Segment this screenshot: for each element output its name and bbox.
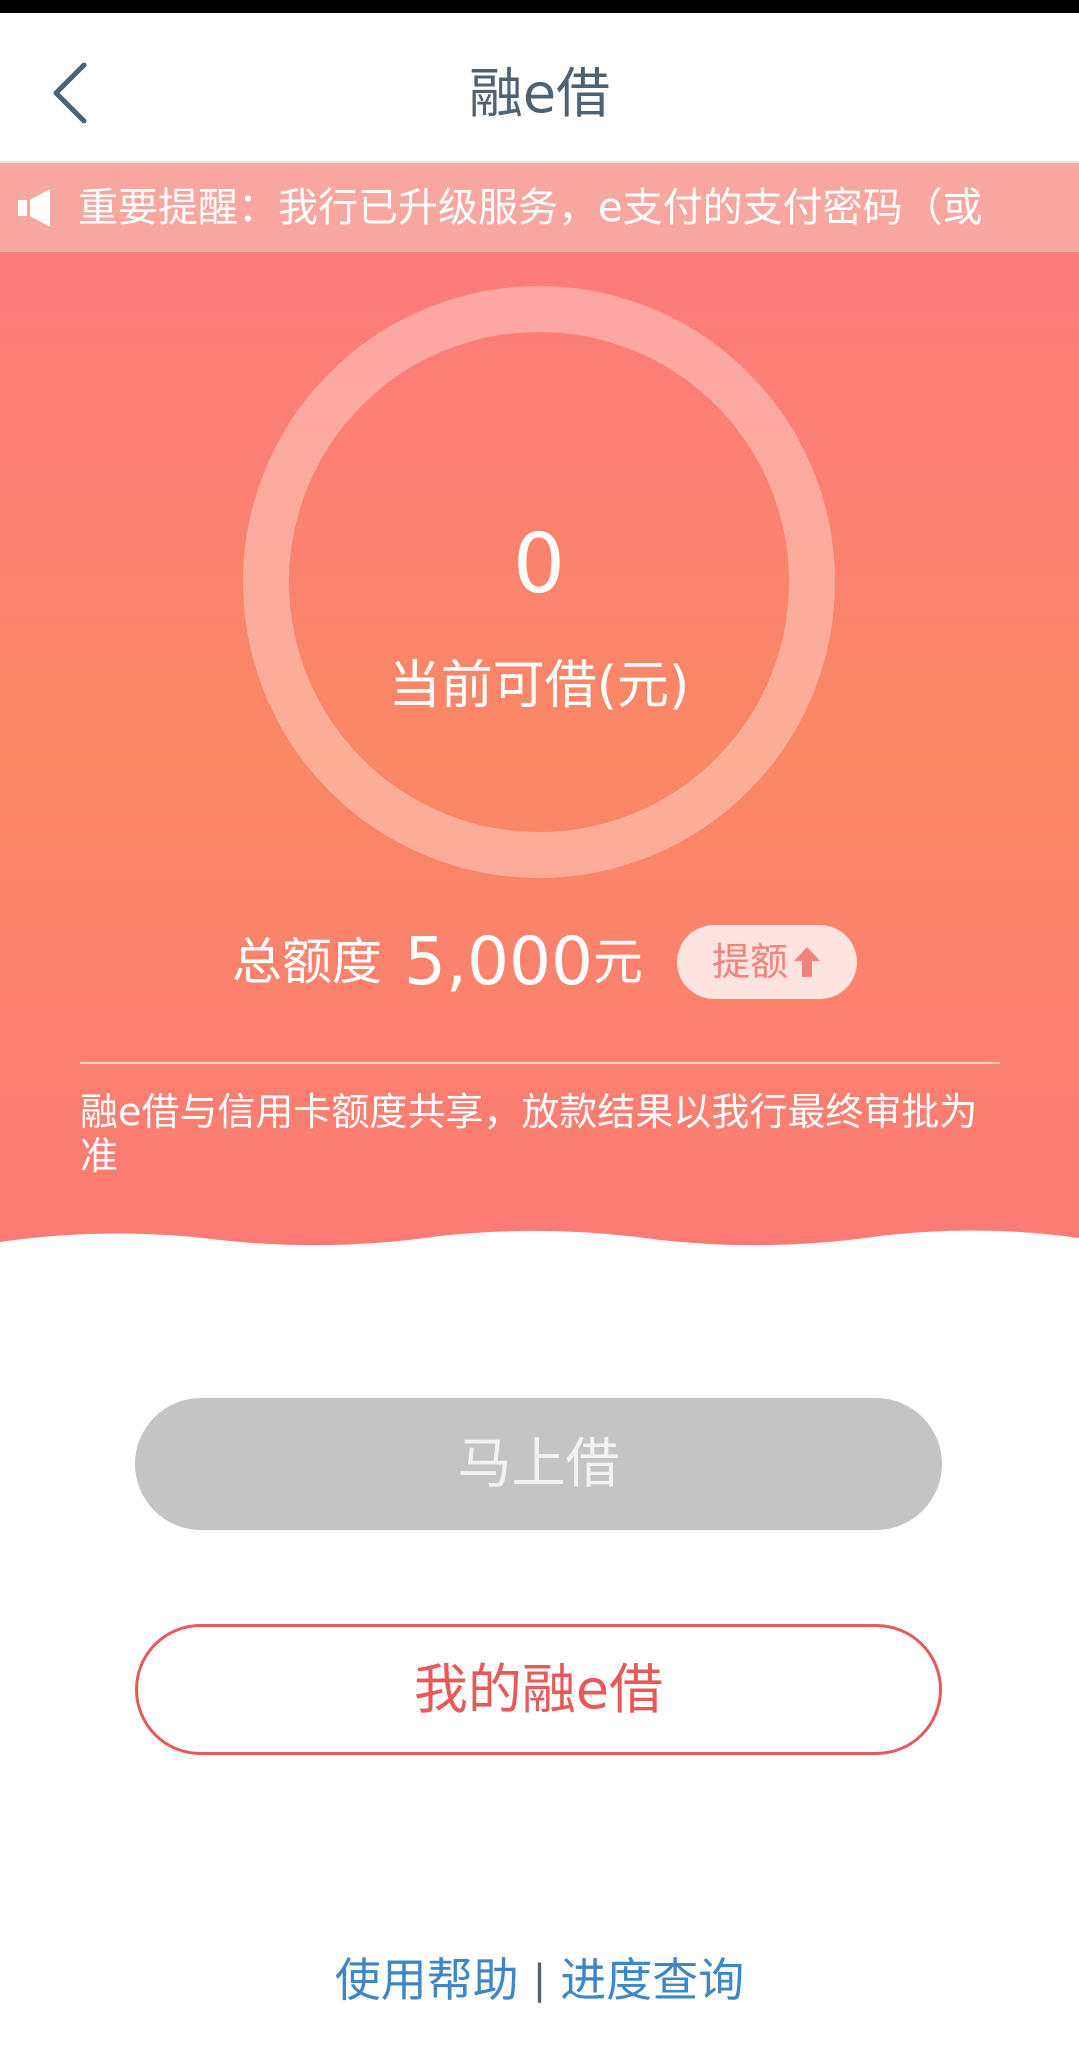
total-credit-label: 总额度 [232,933,383,991]
help-link[interactable]: 使用帮助 [335,1950,519,2010]
footer-links: 使用帮助 | 进度查询 [0,1950,1079,2010]
page-title: 融e借 [468,62,611,125]
arrow-up-icon [793,947,820,977]
my-loan-button[interactable]: 我的融e借 [135,1624,942,1755]
page: 融e借 重要提醒：我行已升级服务，e支付的支付密码（或 0 当前可借(元) 总额… [0,0,1079,2062]
borrow-now-button[interactable]: 马上借 [135,1398,942,1530]
borrow-now-label: 马上借 [457,1432,620,1495]
raise-limit-label: 提额 [711,940,788,984]
total-credit-row: 总额度 5,000 元 提额 [0,922,1079,1002]
available-amount: 0 [512,517,566,612]
my-loan-label: 我的融e借 [413,1657,664,1721]
hero-divider [80,1062,1000,1064]
credit-share-note: 融e借与信用卡额度共享，放款结果以我行最终审批为准 [80,1090,978,1178]
credit-hero: 0 当前可借(元) 总额度 5,000 元 提额 融e借与信用卡额度共享，放款结… [0,252,1079,1262]
footer-separator: | [532,1957,547,2003]
raise-limit-button[interactable]: 提额 [676,925,857,999]
nav-bar: 融e借 [0,13,1079,163]
notice-bar[interactable]: 重要提醒：我行已升级服务，e支付的支付密码（或 [0,163,1079,252]
total-credit-unit: 元 [592,933,643,991]
total-credit-amount: 5,000 [404,923,593,1000]
status-bar [0,0,1079,13]
notice-text: 重要提醒：我行已升级服务，e支付的支付密码（或 [78,184,983,231]
available-label: 当前可借(元) [388,656,690,716]
credit-ring: 0 当前可借(元) [242,285,836,879]
speaker-icon [18,188,50,227]
progress-query-link[interactable]: 进度查询 [560,1950,744,2010]
wave-decoration [0,1230,1079,1262]
